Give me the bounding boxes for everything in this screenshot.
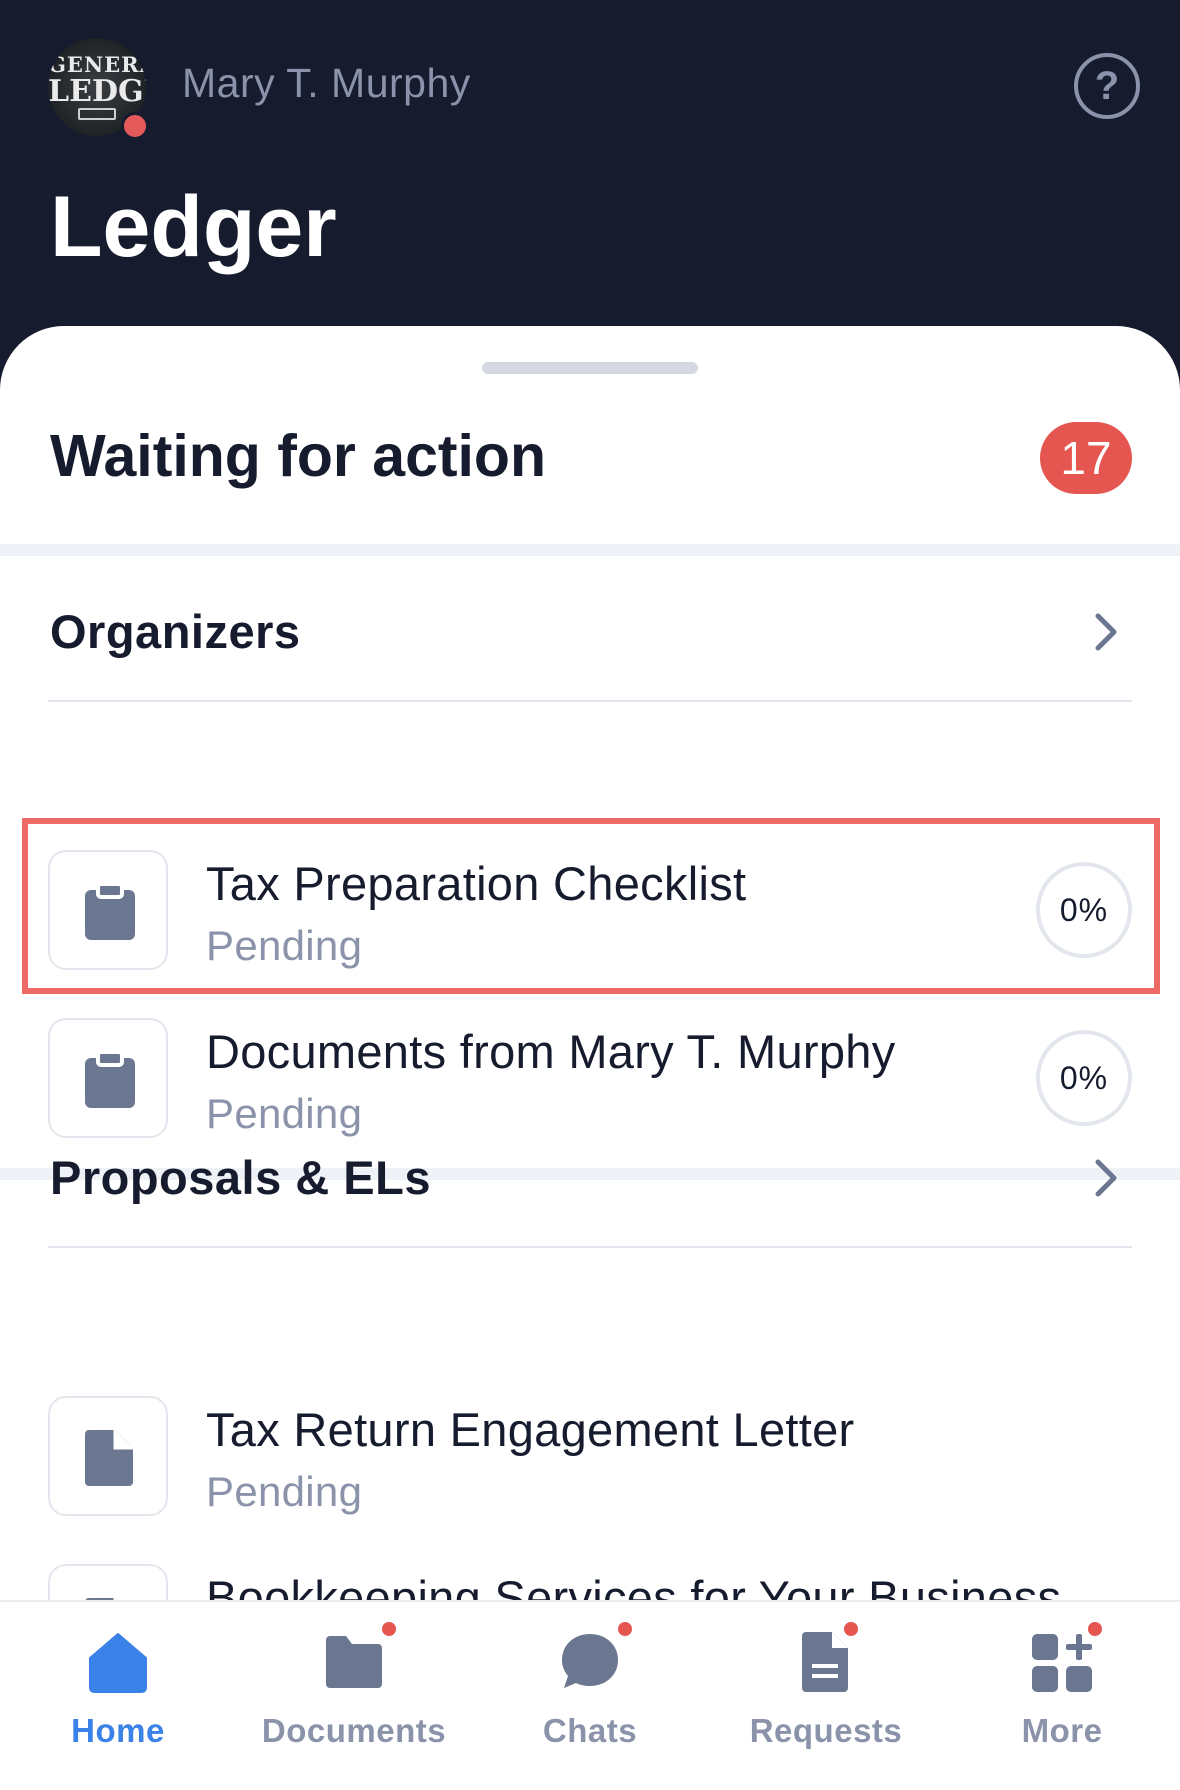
apps-plus-icon bbox=[1032, 1634, 1092, 1692]
content-sheet: Waiting for action 17 Organizers Tax Pre… bbox=[0, 326, 1180, 1790]
item-title: Documents from Mary T. Murphy bbox=[206, 1025, 896, 1078]
bottom-navigation: Home Documents Chats Requests More bbox=[0, 1600, 1180, 1790]
nav-home[interactable]: Home bbox=[0, 1602, 236, 1790]
item-title: Tax Return Engagement Letter bbox=[206, 1403, 855, 1456]
clipboard-icon bbox=[85, 1050, 135, 1108]
request-document-icon bbox=[802, 1632, 848, 1692]
organizers-section-title[interactable]: Organizers bbox=[50, 604, 301, 659]
nav-documents[interactable]: Documents bbox=[236, 1602, 472, 1790]
nav-home-label: Home bbox=[71, 1712, 165, 1749]
waiting-for-action-title: Waiting for action bbox=[50, 423, 546, 489]
nav-chats[interactable]: Chats bbox=[472, 1602, 708, 1790]
question-mark-icon: ? bbox=[1094, 64, 1120, 108]
notification-dot bbox=[382, 1622, 396, 1636]
notification-dot bbox=[1088, 1622, 1102, 1636]
proposals-section-title[interactable]: Proposals & ELs bbox=[50, 1150, 431, 1205]
section-separator bbox=[0, 544, 1180, 556]
drag-handle[interactable] bbox=[482, 362, 698, 374]
folder-icon bbox=[326, 1636, 382, 1688]
logo-text-main: LEDGER bbox=[48, 74, 146, 109]
divider bbox=[48, 1246, 1132, 1248]
nav-requests[interactable]: Requests bbox=[708, 1602, 944, 1790]
chat-icon bbox=[562, 1634, 618, 1688]
progress-indicator: 0% bbox=[1036, 1030, 1132, 1126]
app-header: GENERAL LEDGER Mary T. Murphy ? Ledger bbox=[0, 0, 1180, 360]
user-name[interactable]: Mary T. Murphy bbox=[182, 60, 471, 107]
nav-documents-label: Documents bbox=[261, 1712, 447, 1749]
logo-book-mark bbox=[78, 108, 116, 120]
page-title: Ledger bbox=[50, 179, 337, 275]
divider bbox=[48, 700, 1132, 702]
chevron-right-icon[interactable] bbox=[1086, 1154, 1126, 1202]
help-button[interactable]: ? bbox=[1074, 53, 1140, 119]
notification-dot bbox=[121, 112, 149, 140]
highlight-frame bbox=[22, 818, 1160, 994]
item-icon-box bbox=[48, 1018, 168, 1138]
item-status: Pending bbox=[206, 1468, 363, 1515]
document-icon bbox=[85, 1430, 133, 1486]
waiting-count-badge: 17 bbox=[1040, 422, 1132, 494]
notification-dot bbox=[844, 1622, 858, 1636]
notification-dot bbox=[618, 1622, 632, 1636]
nav-requests-label: Requests bbox=[749, 1712, 903, 1749]
item-status: Pending bbox=[206, 1090, 363, 1137]
home-icon bbox=[89, 1633, 147, 1693]
item-icon-box bbox=[48, 1396, 168, 1516]
nav-more[interactable]: More bbox=[944, 1602, 1180, 1790]
nav-more-label: More bbox=[1021, 1712, 1103, 1749]
nav-chats-label: Chats bbox=[542, 1712, 638, 1749]
chevron-right-icon[interactable] bbox=[1086, 608, 1126, 656]
